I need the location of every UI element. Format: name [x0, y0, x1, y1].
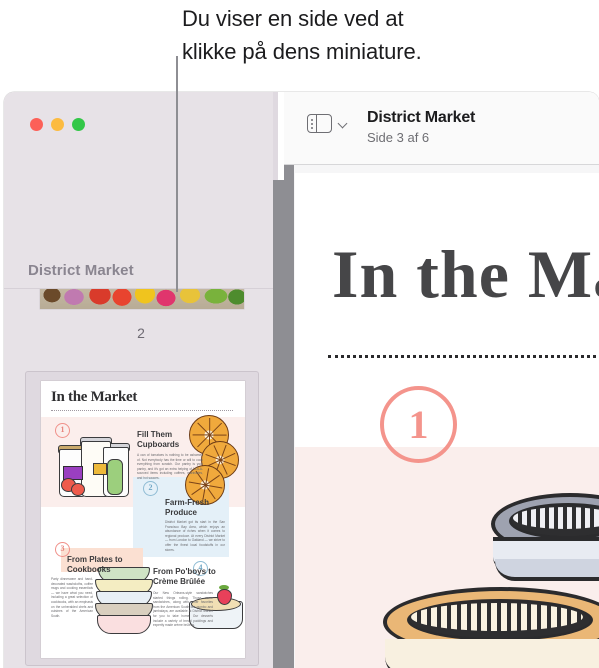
jar-tomato — [71, 483, 85, 496]
document-page: In the Market 1 — [295, 173, 599, 668]
thumbnail-sidebar: District Market 2 In the Market 1 2 3 4 … — [4, 92, 284, 668]
sidebar-document-title: District Market — [28, 262, 134, 279]
document-canvas[interactable]: In the Market 1 — [284, 165, 599, 668]
page-title: District Market — [367, 109, 476, 126]
section-body-3: Party dinnerware and hand-decorated wash… — [51, 577, 93, 618]
page-status: Side 3 af 6 — [367, 130, 430, 145]
mason-jar-lids-illustration — [383, 493, 599, 668]
section-body-1: A can of tomatoes is nothing to be asham… — [137, 453, 203, 480]
section-marker-1: 1 — [380, 386, 457, 463]
list-item[interactable] — [40, 289, 244, 309]
tan-lid-ridges — [411, 603, 583, 631]
sidebar-scrollbar[interactable] — [273, 180, 284, 668]
instruction-caption: Du viser en side ved at klikke på dens m… — [182, 6, 422, 64]
jar-green-vegetable — [107, 459, 123, 495]
list-item-selected[interactable]: In the Market 1 2 3 4 Fill Them Cupboard… — [25, 371, 259, 666]
toolbar: District Market Side 3 af 6 — [284, 92, 599, 165]
callout-leader-line — [176, 56, 178, 292]
thumbnail-title-rule — [51, 410, 233, 411]
view-sidebar-icon[interactable] — [307, 114, 332, 133]
section-marker-1: 1 — [55, 423, 70, 438]
page-number-label: 2 — [137, 325, 145, 341]
page-thumbnail-3: In the Market 1 2 3 4 Fill Them Cupboard… — [41, 381, 245, 658]
section-marker-2: 2 — [143, 481, 158, 496]
canvas-scrollbar[interactable] — [284, 165, 294, 668]
bowls-illustration — [95, 567, 153, 634]
minimize-button[interactable] — [51, 118, 64, 131]
section-body-4: Our New Orleans-style sandwiches started… — [153, 591, 213, 628]
tan-jar-band — [385, 639, 599, 668]
section-heading-2: Farm-Fresh Produce — [165, 498, 210, 517]
thumbnail-title: In the Market — [51, 389, 138, 405]
close-button[interactable] — [30, 118, 43, 131]
thumbnail-list[interactable]: 2 In the Market 1 2 3 4 Fill Them Cupboa… — [4, 289, 278, 668]
section-heading-3: From Plates to Cookbooks — [67, 555, 123, 574]
sidebar-icon-left-panel — [308, 115, 317, 132]
document-pane: District Market Side 3 af 6 In the Marke… — [284, 92, 599, 668]
maximize-button[interactable] — [72, 118, 85, 131]
vegetable-photo — [40, 289, 244, 309]
document-heading-rule — [328, 355, 599, 358]
bowl — [97, 615, 151, 634]
section-heading-1: Fill Them Cupboards — [137, 430, 180, 449]
section-body-2: District Market got its start in the San… — [165, 520, 225, 552]
pages-app-window: District Market 2 In the Market 1 2 3 4 … — [4, 92, 599, 668]
section-heading-4: From Po'boys to Crème Brûlée — [153, 567, 216, 586]
silver-jar-band-lower — [495, 559, 599, 581]
document-heading: In the Market — [332, 236, 599, 312]
jar-yellow-item — [93, 463, 107, 475]
jars-illustration — [57, 433, 130, 499]
window-controls — [30, 118, 85, 131]
chevron-down-icon[interactable] — [339, 120, 348, 129]
